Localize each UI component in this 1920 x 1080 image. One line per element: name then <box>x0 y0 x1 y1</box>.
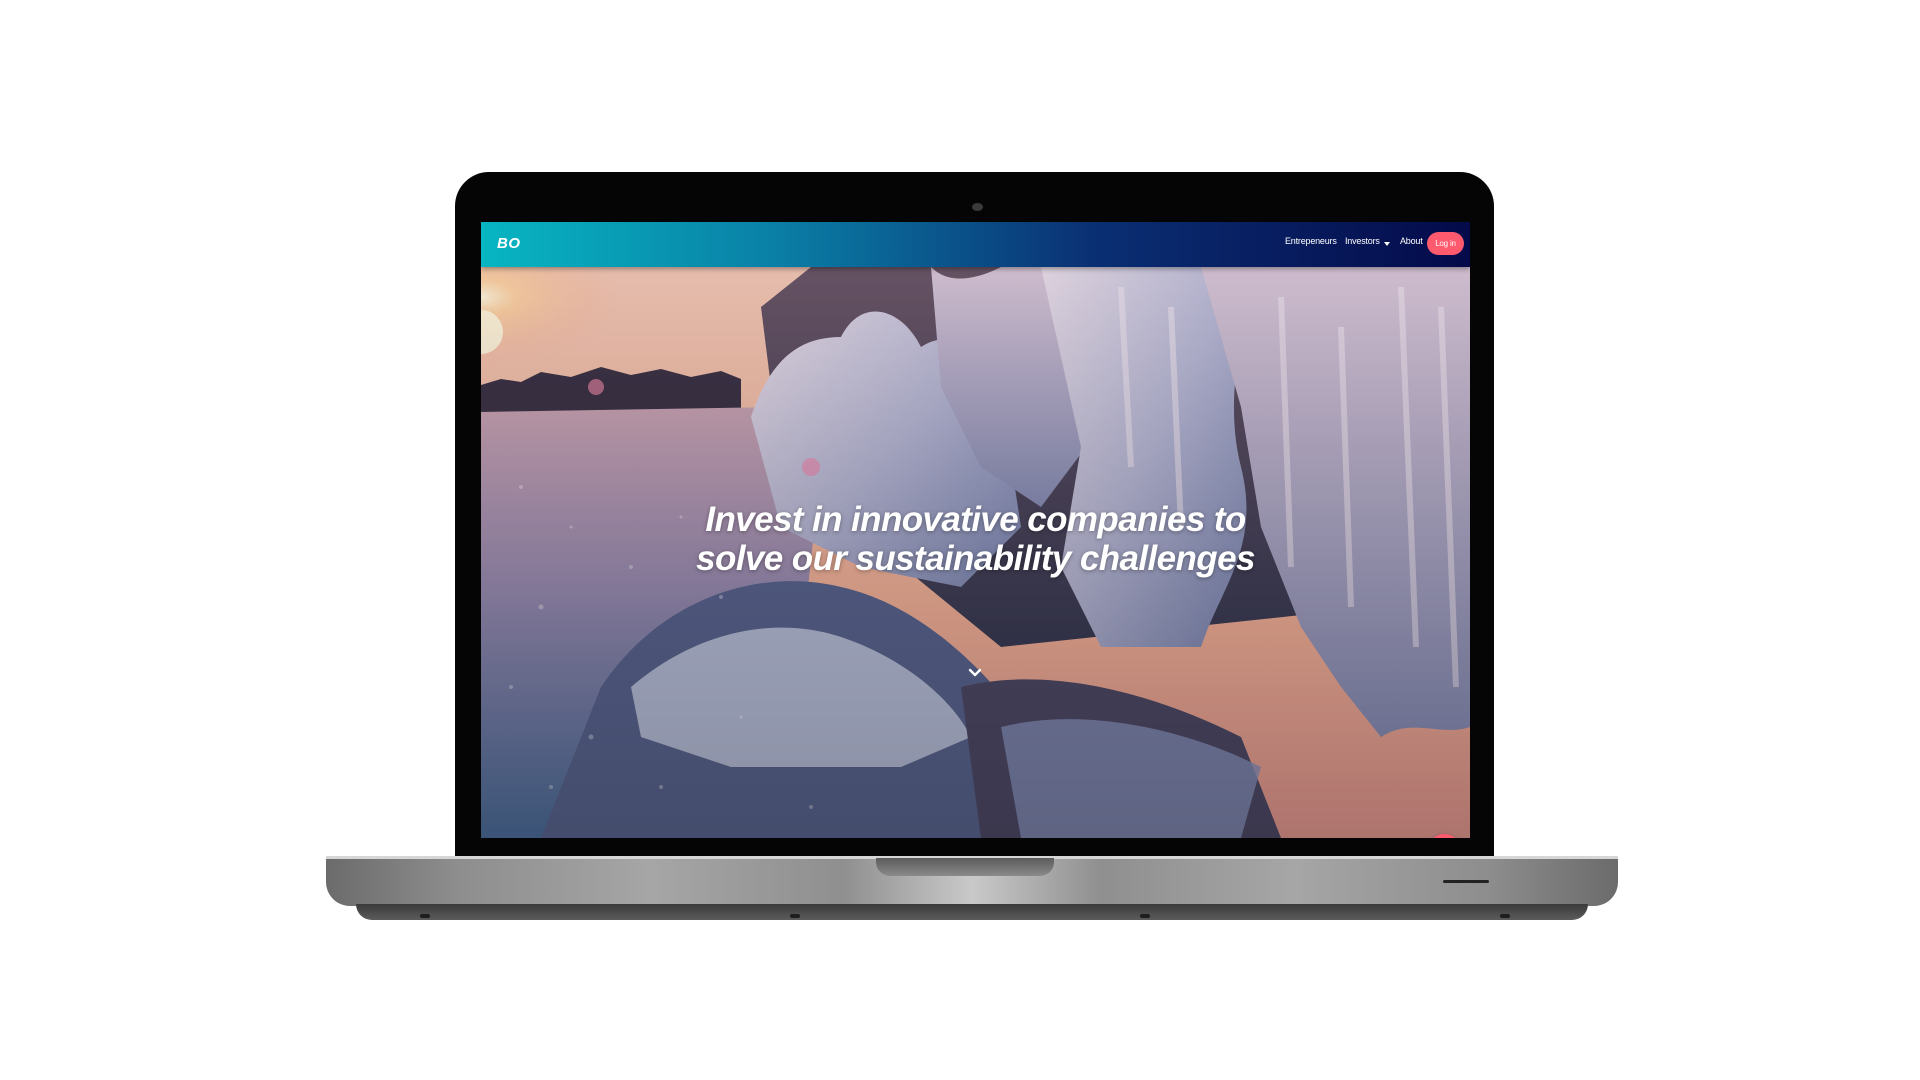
chevron-down-icon[interactable] <box>967 665 983 681</box>
login-button[interactable]: Log in <box>1427 232 1464 255</box>
laptop-bottom <box>356 904 1588 920</box>
hero-headline: Invest in innovative companies to solve … <box>481 500 1470 578</box>
device-mockup: BO Entrepeneurs Investors About Log in I… <box>0 0 1920 1080</box>
laptop-open-notch <box>876 858 1054 876</box>
laptop-foot <box>1500 914 1510 918</box>
browser-viewport: BO Entrepeneurs Investors About Log in I… <box>481 222 1470 838</box>
laptop-side-port <box>1443 880 1489 883</box>
hero-background-image: Invest in innovative companies to solve … <box>481 267 1470 838</box>
webcam <box>972 203 983 211</box>
nav-link-entrepreneurs[interactable]: Entrepeneurs <box>1285 236 1337 246</box>
laptop-foot <box>420 914 430 918</box>
hero-headline-line-2: solve our sustainability challenges <box>696 539 1255 578</box>
nav-link-investors[interactable]: Investors <box>1345 236 1380 246</box>
laptop-foot <box>1140 914 1150 918</box>
hero-headline-line-1: Invest in innovative companies to <box>705 500 1246 539</box>
laptop-foot <box>790 914 800 918</box>
nav-link-about[interactable]: About <box>1400 236 1423 246</box>
top-navbar: BO Entrepeneurs Investors About Log in <box>481 222 1470 267</box>
site-logo[interactable]: BO <box>497 235 521 252</box>
caret-down-icon[interactable] <box>1384 242 1390 246</box>
